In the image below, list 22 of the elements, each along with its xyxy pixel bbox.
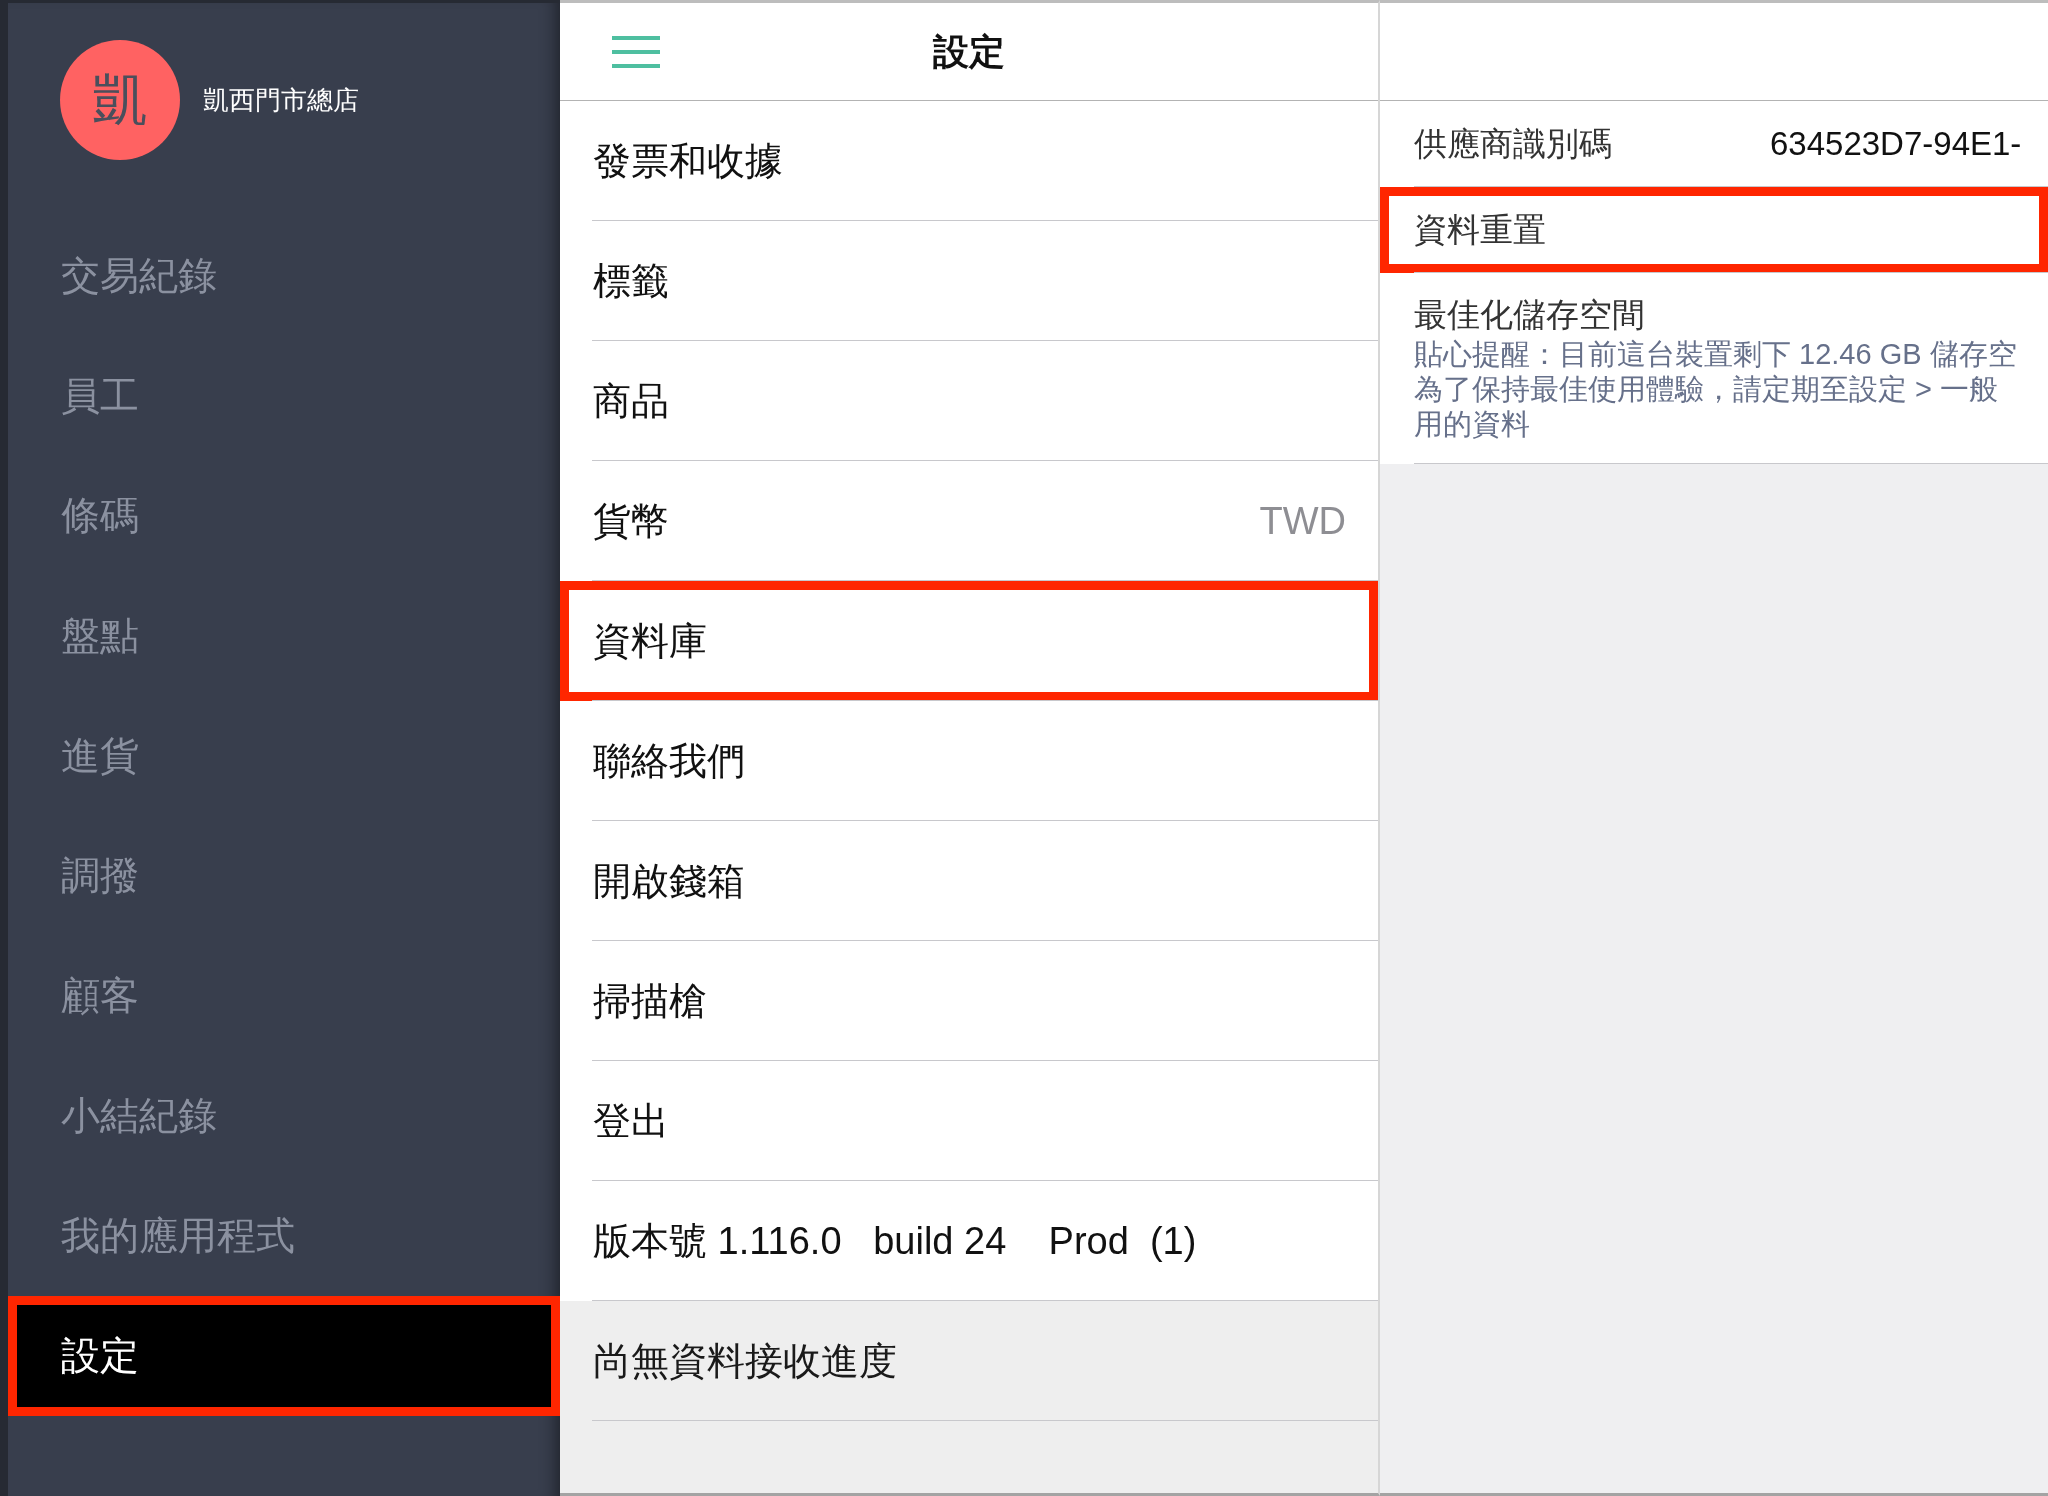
field-value: 634523D7-94E1- — [1770, 124, 2022, 165]
note-description: 貼心提醒：目前這台裝置剩下 12.46 GB 儲存空 為了保持最佳使用體驗，請定期至設定 > 一般 用的資料 — [1414, 337, 2017, 442]
sync-status-text: 尚無資料接收進度 — [593, 1338, 897, 1384]
panel-title: 設定 — [933, 29, 1005, 74]
settings-item[interactable]: 聯絡我們 — [560, 701, 1378, 821]
settings-item[interactable]: 掃描槍 — [560, 941, 1378, 1061]
version-text: 版本號 1.116.0 build 24 Prod (1) — [593, 1218, 1197, 1264]
settings-item[interactable]: 商品 — [560, 341, 1378, 461]
settings-item[interactable]: 登出 — [560, 1061, 1378, 1181]
settings-item[interactable]: 資料庫 — [560, 581, 1378, 701]
sidebar-item[interactable]: 設定 — [8, 1296, 560, 1416]
setting-value: TWD — [1259, 498, 1346, 544]
settings-item[interactable]: 開啟錢箱 — [560, 821, 1378, 941]
detail-item[interactable]: 資料重置 — [1380, 187, 2048, 273]
settings-item[interactable]: 發票和收據 — [560, 101, 1378, 221]
settings-item[interactable]: 標籤 — [560, 221, 1378, 341]
field-label: 供應商識別碼 — [1414, 124, 1613, 165]
settings-item[interactable]: 貨幣 TWD — [560, 461, 1378, 581]
store-avatar: 凱 — [60, 40, 180, 160]
menu-icon[interactable] — [612, 35, 660, 68]
note-title: 最佳化儲存空間 — [1414, 295, 1645, 335]
store-name: 凱西門市總店 — [203, 83, 359, 117]
